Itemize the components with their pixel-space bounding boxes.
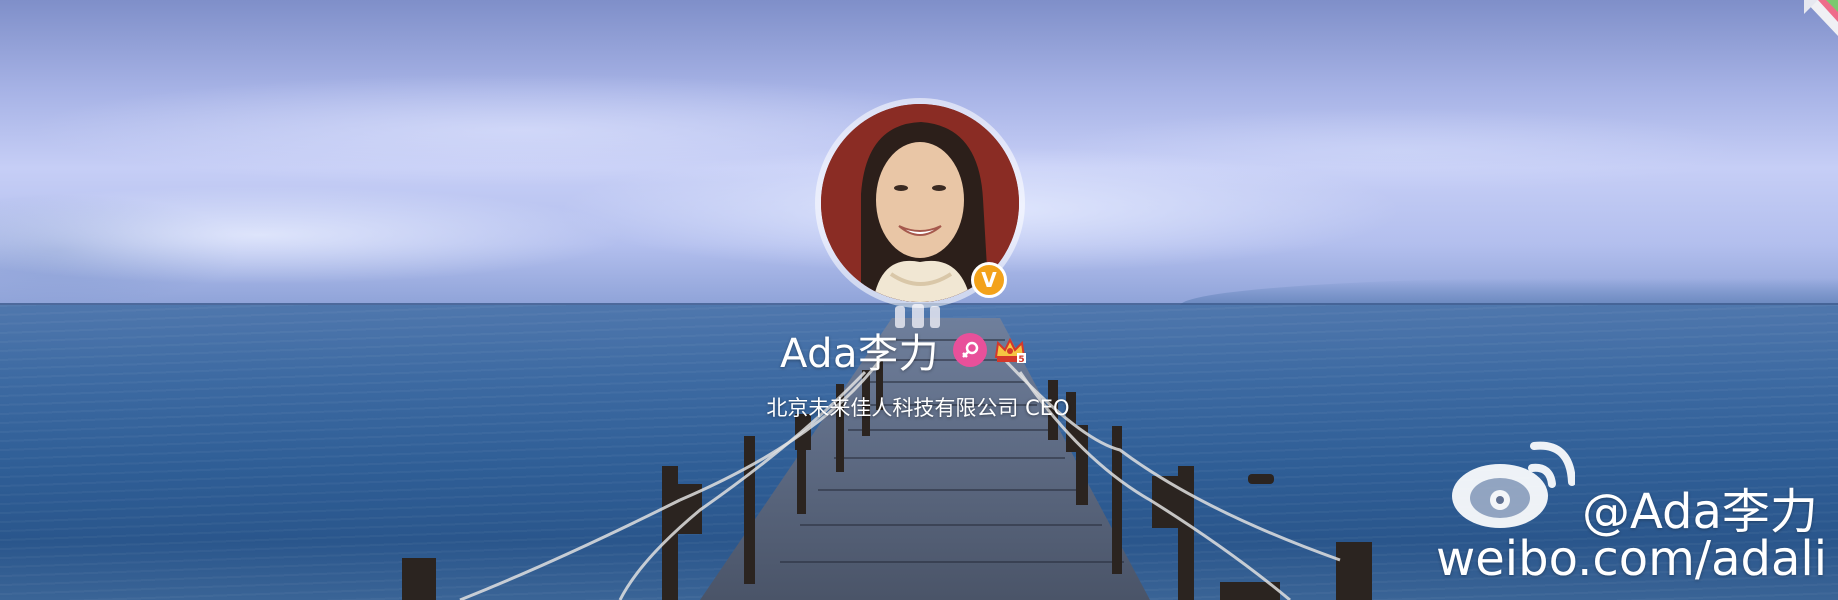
vip-crown-icon[interactable]: 5 xyxy=(993,333,1027,367)
svg-text:5: 5 xyxy=(1018,355,1024,365)
verified-badge[interactable]: V xyxy=(971,262,1007,298)
watermark-url: weibo.com/adali xyxy=(1436,531,1828,587)
cover-banner: V Ada李力 5 北京未来佳人科技有限公司 CEO @Ada李力 weibo.… xyxy=(0,0,1838,600)
profile-name-row: Ada李力 5 xyxy=(780,326,1027,377)
profile-title-text: 北京未来佳人科技有限公司 CEO xyxy=(766,396,1070,420)
profile-description: 北京未来佳人科技有限公司 CEO xyxy=(0,392,1838,422)
female-icon xyxy=(953,333,988,367)
corner-ribbon-icon[interactable] xyxy=(1804,0,1838,36)
profile-name[interactable]: Ada李力 xyxy=(780,321,939,379)
weibo-logo-icon xyxy=(1452,441,1575,528)
